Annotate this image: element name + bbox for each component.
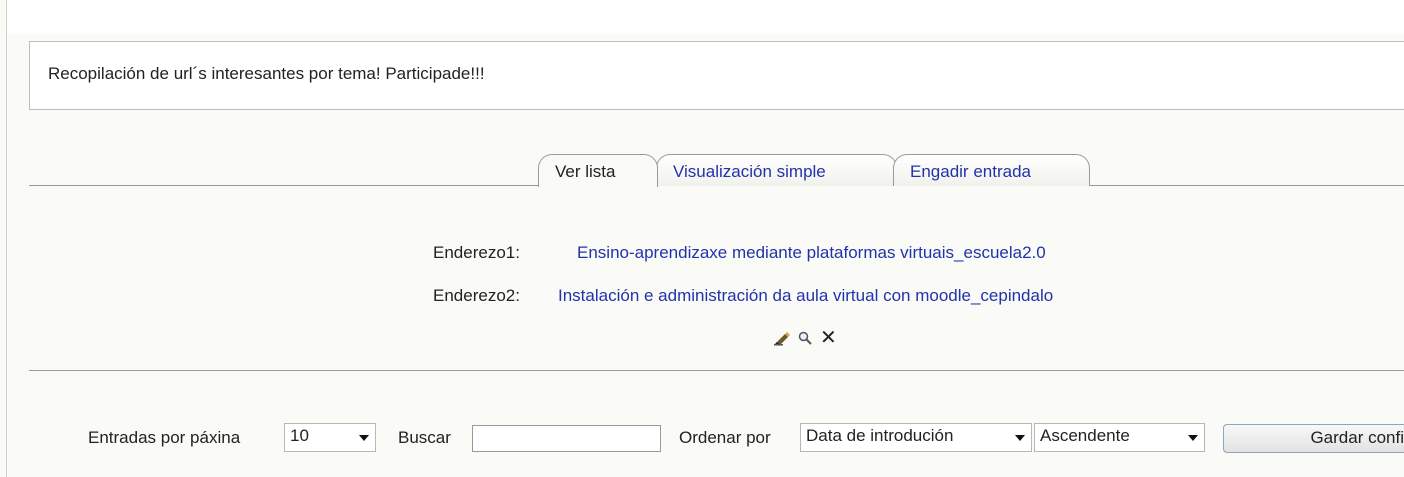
edit-icon[interactable]: [774, 330, 792, 346]
chevron-down-icon: [1188, 435, 1198, 441]
entry-label-enderezo1: Enderezo1:: [433, 243, 520, 262]
chevron-down-icon: [359, 435, 369, 441]
entry-link-enderezo1[interactable]: Ensino-aprendizaxe mediante plataformas …: [577, 243, 1046, 263]
search-label: Buscar: [398, 428, 451, 447]
intro-text: Recopilación de url´s interesantes por t…: [48, 64, 485, 83]
tab-visualizacion-simple[interactable]: Visualización simple: [656, 154, 897, 186]
per-page-value: 10: [290, 426, 309, 445]
order-direction-value: Ascendente: [1040, 426, 1130, 445]
intro-box: Recopilación de url´s interesantes por t…: [29, 41, 1404, 110]
chevron-down-icon: [1015, 435, 1025, 441]
top-spacer: [7, 0, 1404, 34]
database-view-page: Recopilación de url´s interesantes por t…: [0, 0, 1404, 477]
delete-icon[interactable]: ✕: [820, 328, 837, 348]
order-by-value: Data de introdución: [806, 426, 954, 445]
entry-label-enderezo2: Enderezo2:: [433, 286, 520, 305]
search-input[interactable]: [472, 425, 661, 452]
save-settings-button[interactable]: Gardar confi: [1223, 424, 1404, 453]
entries-divider: [29, 370, 1404, 371]
entry-link-enderezo2[interactable]: Instalación e administración da aula vir…: [558, 286, 1053, 306]
order-direction-select[interactable]: Ascendente: [1034, 423, 1205, 452]
order-by-label: Ordenar por: [679, 428, 771, 447]
tab-ver-lista[interactable]: Ver lista: [538, 154, 658, 187]
per-page-label: Entradas por páxina: [88, 428, 241, 447]
left-border: [6, 0, 7, 477]
magnifier-icon[interactable]: [798, 331, 812, 345]
per-page-select[interactable]: 10: [284, 423, 376, 452]
tab-engadir-entrada[interactable]: Engadir entrada: [893, 154, 1090, 186]
entry-actions: ✕: [774, 328, 837, 348]
order-by-select[interactable]: Data de introdución: [800, 423, 1032, 452]
